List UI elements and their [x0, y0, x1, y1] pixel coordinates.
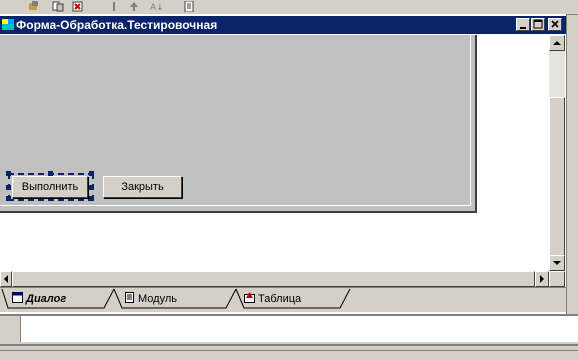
run-button[interactable]: Выполнить — [12, 176, 88, 198]
toolbar-cut-icon[interactable] — [28, 1, 40, 12]
divider — [0, 350, 578, 351]
window-title: Форма-Обработка.Тестировочная — [16, 18, 218, 32]
toolbar-delete-icon[interactable] — [72, 1, 84, 12]
module-icon — [125, 292, 134, 303]
scroll-right-button[interactable] — [535, 271, 549, 287]
tab-bar: Диалог Модуль Таблица — [0, 287, 566, 312]
vertical-scroll-thumb[interactable] — [549, 97, 565, 265]
resize-handle[interactable] — [89, 185, 94, 190]
tab-dialog-label: Диалог — [26, 293, 67, 305]
toolbar-up-icon[interactable] — [128, 1, 140, 12]
bottom-area — [0, 314, 578, 360]
arrow-left-icon — [4, 275, 8, 283]
arrow-up-icon — [553, 41, 561, 45]
dialog-icon — [12, 292, 23, 303]
arrow-down-icon — [553, 261, 561, 265]
maximize-icon — [533, 19, 543, 29]
horizontal-scrollbar[interactable] — [0, 271, 549, 287]
close-icon — [551, 20, 559, 28]
tab-module-label: Модуль — [138, 293, 177, 305]
tab-dialog[interactable]: Диалог — [6, 290, 66, 308]
toolbar-sort-icon[interactable]: A↓ — [150, 1, 162, 12]
close-window-button[interactable] — [548, 18, 562, 31]
resize-handle[interactable] — [89, 196, 94, 201]
resize-handle[interactable] — [6, 185, 11, 190]
toolbar-properties-icon[interactable] — [183, 1, 195, 12]
form-surface: Выполнить Закрыть — [0, 35, 477, 213]
scroll-up-button[interactable] — [549, 35, 565, 51]
toolbar-down-icon[interactable] — [108, 1, 120, 12]
resize-handle[interactable] — [89, 171, 94, 176]
close-button[interactable]: Закрыть — [103, 176, 182, 198]
tab-module[interactable]: Модуль — [118, 290, 177, 308]
minimize-button[interactable] — [516, 18, 530, 31]
scroll-left-button[interactable] — [0, 271, 12, 287]
scroll-down-button[interactable] — [549, 255, 565, 271]
svg-text:A↓: A↓ — [150, 3, 162, 12]
toolbar: A↓ — [0, 0, 578, 15]
tab-table-label: Таблица — [258, 293, 302, 305]
bottom-panel — [20, 316, 578, 342]
table-icon — [244, 292, 255, 303]
horizontal-scroll-thumb[interactable] — [12, 271, 535, 287]
minimize-icon — [520, 27, 526, 29]
vertical-scrollbar[interactable] — [549, 35, 565, 271]
tab-table[interactable]: Таблица — [238, 290, 301, 308]
maximize-button[interactable] — [531, 18, 545, 31]
window-title-bar[interactable]: Форма-Обработка.Тестировочная — [0, 16, 566, 34]
resize-handle[interactable] — [6, 196, 11, 201]
scroll-corner — [549, 271, 565, 287]
divider — [0, 344, 578, 346]
arrow-right-icon — [540, 275, 544, 283]
toolbar-copy-icon[interactable] — [52, 1, 64, 12]
resize-handle[interactable] — [6, 171, 11, 176]
form-icon — [2, 19, 14, 30]
